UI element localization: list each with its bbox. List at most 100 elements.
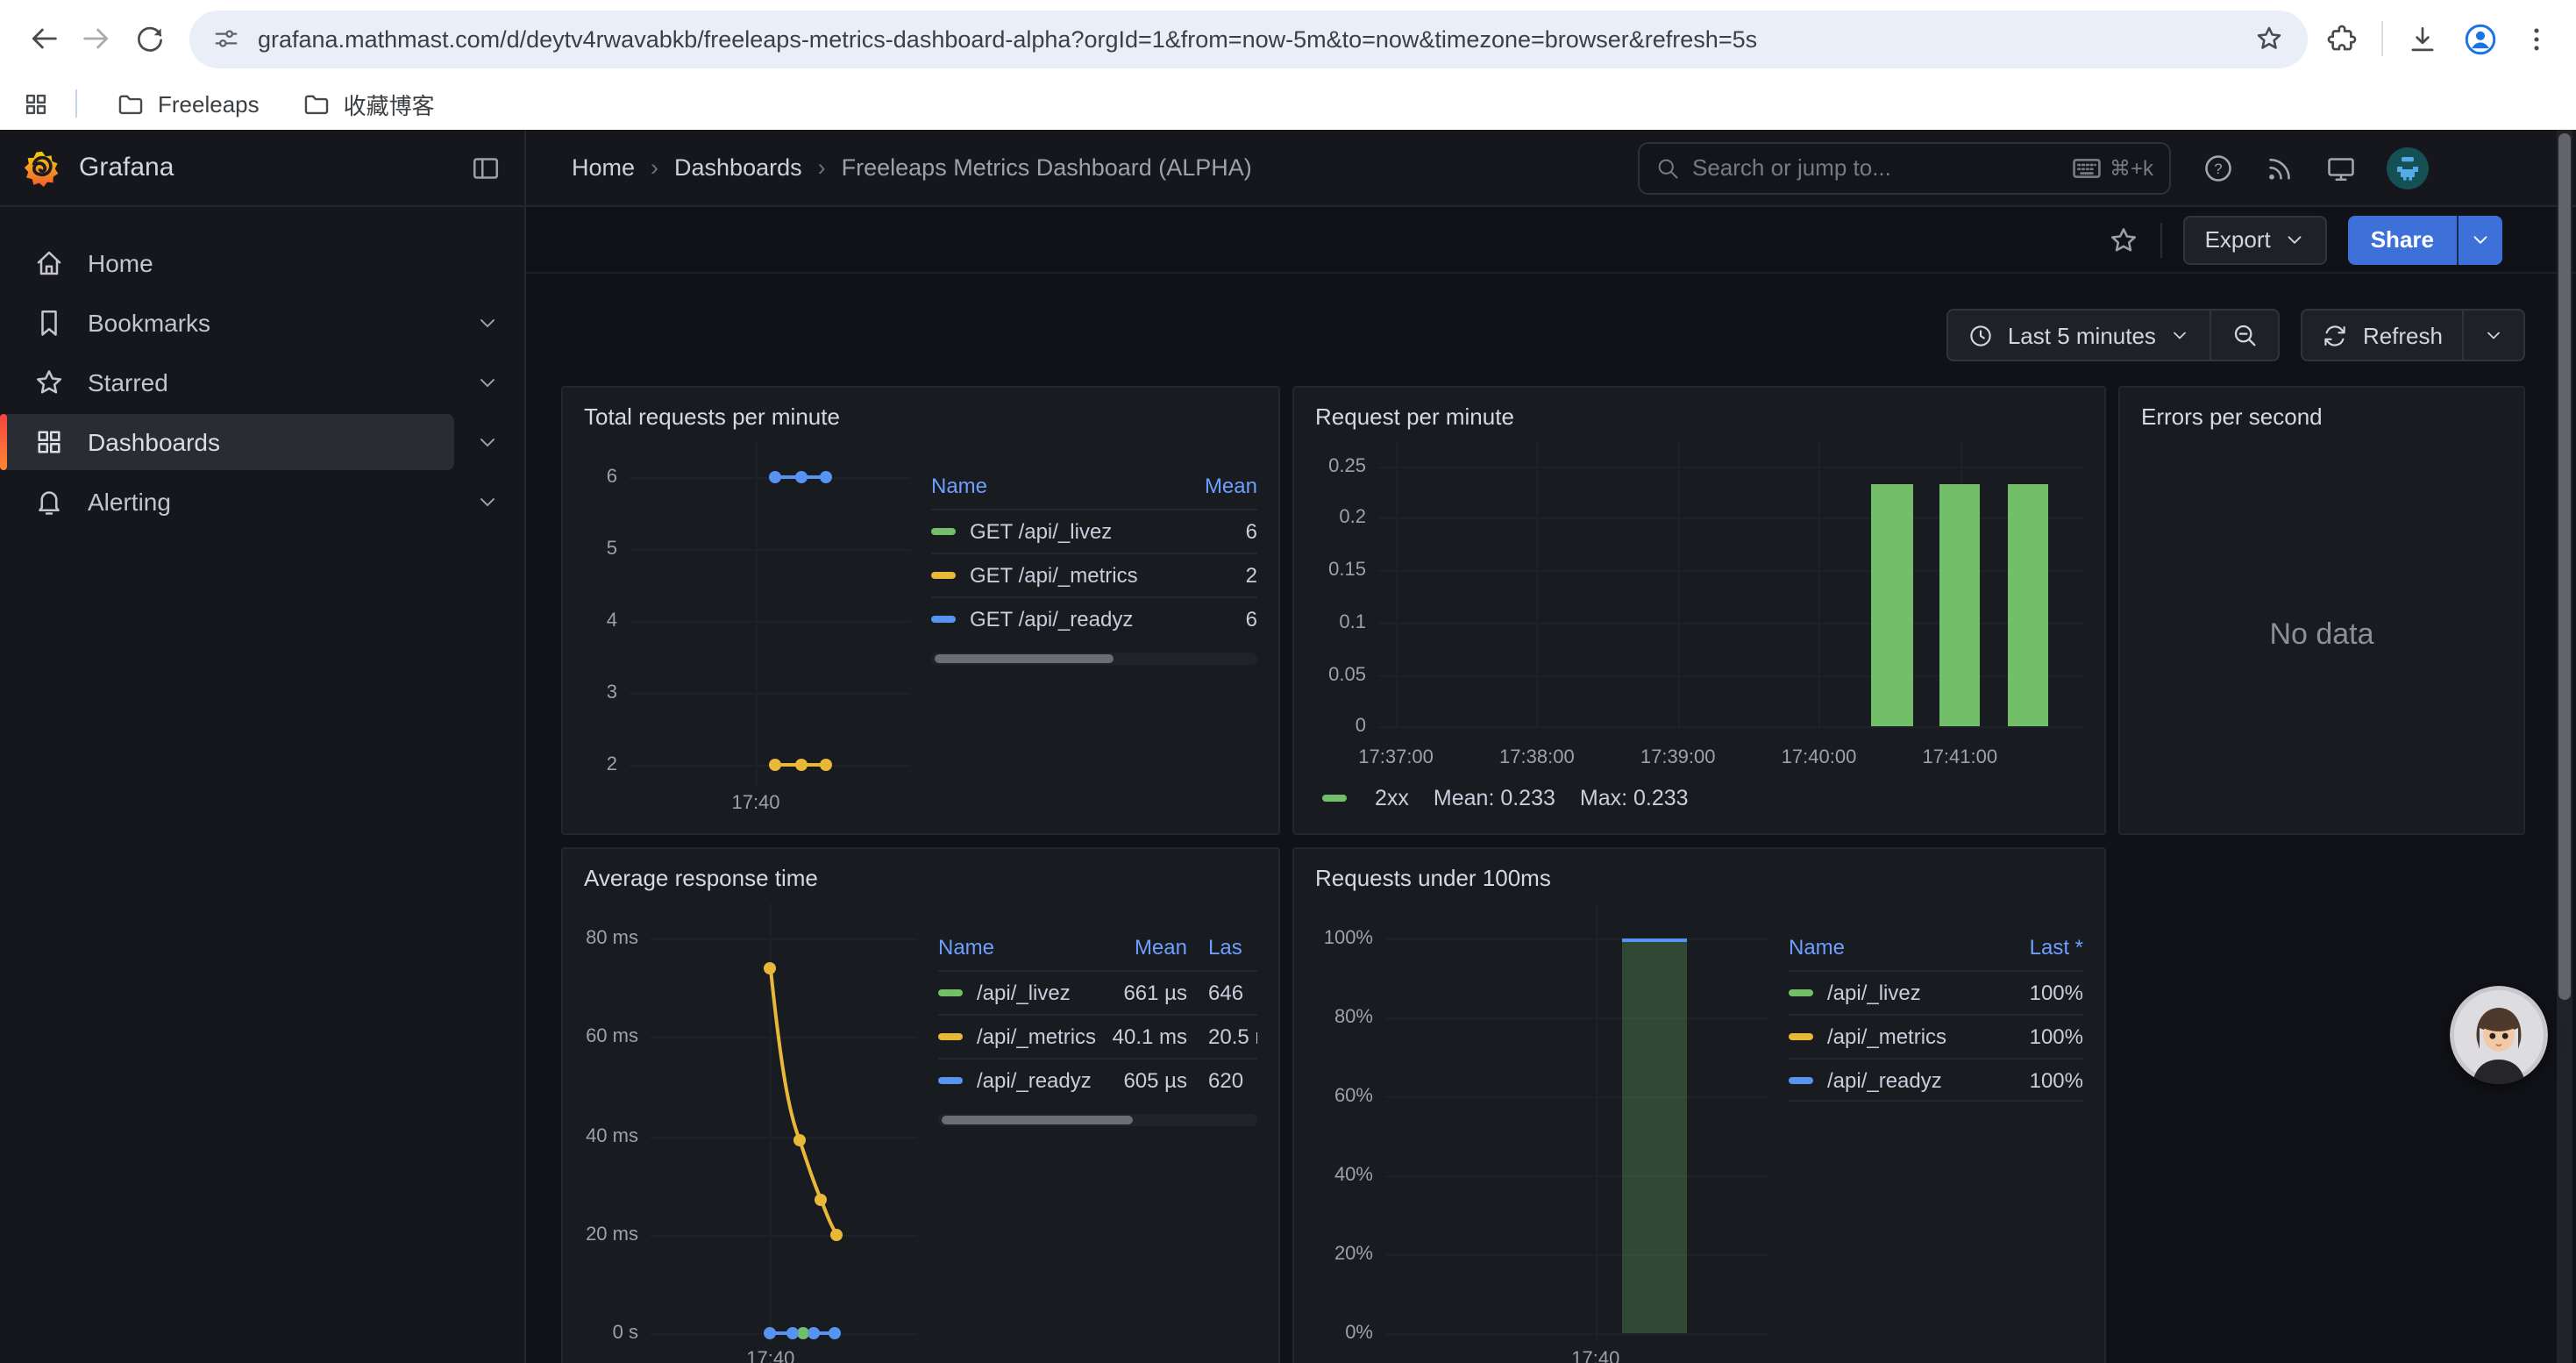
profile-icon[interactable] <box>2462 20 2499 57</box>
series-swatch <box>931 572 956 579</box>
help-icon[interactable]: ? <box>2202 152 2234 183</box>
y-tick: 5 <box>607 539 617 560</box>
sidebar-item-dashboards[interactable]: Dashboards <box>0 414 454 470</box>
keyboard-icon <box>2073 157 2101 178</box>
rss-icon[interactable] <box>2264 152 2295 183</box>
refresh-icon <box>2323 322 2349 348</box>
y-tick: 0.05 <box>1328 664 1366 685</box>
bookmark-star-icon[interactable] <box>2253 23 2285 54</box>
bookmark-label: 收藏博客 <box>344 87 435 120</box>
total-requests-chart: 6 5 4 3 2 <box>584 442 910 817</box>
bar-2xx <box>2007 484 2048 727</box>
apps-grid-icon[interactable] <box>21 89 51 118</box>
sidebar-item-starred[interactable]: Starred <box>0 354 524 410</box>
legend-row[interactable]: GET /api/_livez 6 <box>931 509 1257 553</box>
refresh-interval-dropdown[interactable] <box>2462 310 2523 360</box>
search-shortcut: ⌘+k <box>2073 155 2153 180</box>
x-tick: 17:38:00 <box>1499 747 1575 768</box>
data-point <box>794 759 807 771</box>
sidebar-toggle-icon[interactable] <box>470 152 502 183</box>
bar-2xx <box>1939 484 1981 727</box>
gridline-v <box>1596 903 1598 1342</box>
search-input[interactable] <box>1692 154 2073 181</box>
back-button[interactable] <box>18 12 70 65</box>
legend-col-name[interactable]: Name <box>1789 935 1996 960</box>
legend-col-mean[interactable]: Mean <box>1180 474 1257 498</box>
time-range-picker[interactable]: Last 5 minutes <box>1948 310 2210 360</box>
breadcrumb-home[interactable]: Home <box>572 154 635 181</box>
legend-inline[interactable]: 2xx Mean: 0.233 Max: 0.233 <box>1315 779 2083 817</box>
x-tick: 17:39:00 <box>1640 747 1716 768</box>
reload-button[interactable] <box>123 12 175 65</box>
panel-title: Total requests per minute <box>563 388 1278 435</box>
share-button[interactable]: Share <box>2348 215 2457 264</box>
legend-row[interactable]: /api/_readyz 100% <box>1789 1058 2083 1102</box>
series-swatch <box>1789 1033 1813 1040</box>
sidebar-item-bookmarks[interactable]: Bookmarks <box>0 295 524 351</box>
data-point <box>765 962 777 974</box>
panel-request-per-minute[interactable]: Request per minute 0.25 0.2 0.15 0.1 0.0… <box>1292 386 2106 835</box>
bell-icon <box>33 486 65 517</box>
refresh-button[interactable]: Refresh <box>2303 310 2462 360</box>
legend-col-name[interactable]: Name <box>938 935 1096 960</box>
user-avatar[interactable] <box>2387 146 2429 189</box>
gridline-h <box>630 549 910 551</box>
assistant-avatar[interactable] <box>2450 986 2548 1084</box>
legend-scrollbar[interactable] <box>931 653 1257 665</box>
panel-average-response-time[interactable]: Average response time 80 ms 60 ms 40 ms <box>561 847 1280 1363</box>
legend-row[interactable]: GET /api/_readyz 6 <box>931 596 1257 640</box>
y-tick: 60 ms <box>586 1027 638 1048</box>
legend-row[interactable]: /api/_metrics 40.1 ms 20.5 r <box>938 1014 1257 1058</box>
breadcrumb-separator: › <box>651 154 658 181</box>
panel-total-requests-per-minute[interactable]: Total requests per minute 6 5 4 3 <box>561 386 1280 835</box>
y-tick: 100% <box>1324 928 1373 949</box>
legend-col-last[interactable]: Las <box>1187 935 1257 960</box>
site-info-icon[interactable] <box>212 25 240 53</box>
tv-mode-icon[interactable] <box>2325 152 2357 183</box>
x-tick: 17:40:00 <box>1782 747 1857 768</box>
breadcrumb: Home › Dashboards › Freeleaps Metrics Da… <box>526 130 1638 205</box>
legend-table: Name Mean GET /api/_livez 6 <box>931 467 1257 817</box>
y-tick: 0 s <box>613 1323 638 1344</box>
data-point <box>793 1135 806 1147</box>
legend-row[interactable]: GET /api/_metrics 2 <box>931 553 1257 596</box>
forward-button[interactable] <box>70 12 123 65</box>
favorite-star-icon[interactable] <box>2109 224 2140 255</box>
star-icon <box>33 367 65 398</box>
panel-title: Errors per second <box>2120 388 2523 435</box>
bookmark-folder-blogs[interactable]: 收藏博客 <box>288 83 449 124</box>
page-scrollbar-thumb[interactable] <box>2558 133 2571 1000</box>
legend-table: Name Last * /api/_livez 100% <box>1789 928 2083 1363</box>
page-scrollbar[interactable] <box>2557 130 2572 1363</box>
search-box[interactable]: ⌘+k <box>1638 141 2171 194</box>
legend-col-name[interactable]: Name <box>931 474 1180 498</box>
url-bar[interactable]: grafana.mathmast.com/d/deytv4rwavabkb/fr… <box>189 10 2308 68</box>
panel-errors-per-second[interactable]: Errors per second No data <box>2118 386 2525 835</box>
zoom-out-icon <box>2231 321 2259 349</box>
browser-menu-icon[interactable] <box>2522 24 2551 54</box>
legend-row[interactable]: /api/_readyz 605 µs 620 <box>938 1058 1257 1102</box>
legend-col-mean[interactable]: Mean <box>1096 935 1187 960</box>
search-icon <box>1655 155 1680 180</box>
legend-row[interactable]: /api/_livez 100% <box>1789 970 2083 1014</box>
legend-col-last[interactable]: Last * <box>1996 935 2083 960</box>
panel-requests-under-100ms[interactable]: Requests under 100ms 100% 80% 60% 40% <box>1292 847 2106 1363</box>
zoom-out-button[interactable] <box>2210 310 2279 360</box>
series-swatch <box>938 1077 963 1084</box>
extensions-icon[interactable] <box>2325 22 2359 55</box>
bookmark-folder-freeleaps[interactable]: Freeleaps <box>102 85 274 122</box>
y-tick: 20 ms <box>586 1224 638 1245</box>
legend-row[interactable]: /api/_metrics 100% <box>1789 1014 2083 1058</box>
url-text[interactable]: grafana.mathmast.com/d/deytv4rwavabkb/fr… <box>258 25 2236 52</box>
bookmarks-divider <box>75 89 77 118</box>
legend-row[interactable]: /api/_livez 661 µs 646 <box>938 970 1257 1014</box>
download-icon[interactable] <box>2406 22 2439 55</box>
grafana-logo[interactable] <box>23 148 61 187</box>
series-swatch <box>1789 1076 1813 1083</box>
share-dropdown-button[interactable] <box>2457 215 2502 264</box>
sidebar-item-home[interactable]: Home <box>0 235 524 291</box>
sidebar-item-alerting[interactable]: Alerting <box>0 474 524 530</box>
legend-scrollbar[interactable] <box>938 1114 1257 1126</box>
breadcrumb-dashboards[interactable]: Dashboards <box>674 154 802 181</box>
export-button[interactable]: Export <box>2184 215 2327 264</box>
